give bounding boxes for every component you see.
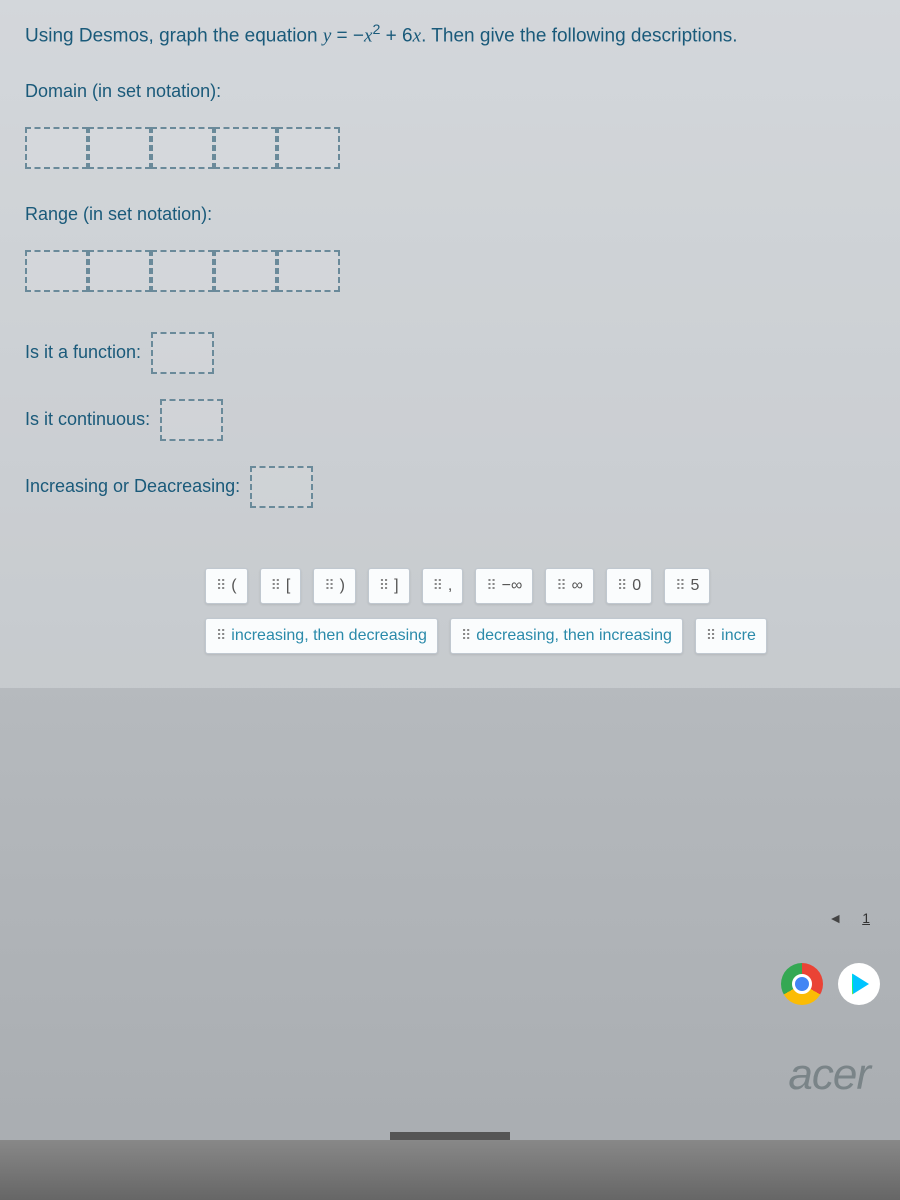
range-label: Range (in set notation): (25, 204, 212, 225)
domain-cell-3[interactable] (151, 127, 214, 169)
pagination: ◄ 1 (828, 910, 870, 926)
tile-open-bracket[interactable]: [ (260, 568, 302, 604)
domain-cell-5[interactable] (277, 127, 340, 169)
function-dropzone[interactable] (151, 332, 214, 374)
tile-five[interactable]: 5 (664, 568, 710, 604)
tile-row-2: increasing, then decreasing decreasing, … (205, 618, 875, 654)
domain-cell-4[interactable] (214, 127, 277, 169)
drag-handle-icon (675, 580, 684, 592)
range-cell-4[interactable] (214, 250, 277, 292)
tile-inc-then-dec[interactable]: increasing, then decreasing (205, 618, 438, 654)
question-text: Using Desmos, graph the equation y = −x2… (25, 20, 875, 51)
drag-handle-icon (379, 580, 388, 592)
tile-zero[interactable]: 0 (606, 568, 652, 604)
page-number[interactable]: 1 (862, 910, 870, 926)
tile-row-1: ( [ ) ] , −∞ ∞ 0 5 (205, 568, 875, 604)
taskbar (781, 963, 880, 1005)
drag-handle-icon (617, 580, 626, 592)
function-label: Is it a function: (25, 342, 141, 363)
increasing-dropzone[interactable] (250, 466, 313, 508)
tile-dec-then-inc[interactable]: decreasing, then increasing (450, 618, 683, 654)
tile-comma[interactable]: , (422, 568, 464, 604)
prev-arrow-icon[interactable]: ◄ (828, 910, 842, 926)
tile-open-paren[interactable]: ( (205, 568, 248, 604)
laptop-edge (0, 1140, 900, 1200)
equation: y (323, 25, 331, 46)
domain-cell-2[interactable] (88, 127, 151, 169)
range-cell-2[interactable] (88, 250, 151, 292)
range-cell-1[interactable] (25, 250, 88, 292)
drag-handle-icon (706, 630, 715, 642)
drag-handle-icon (216, 580, 225, 592)
drag-handle-icon (486, 580, 495, 592)
tile-close-bracket[interactable]: ] (368, 568, 410, 604)
tile-incre-partial[interactable]: incre (695, 618, 767, 654)
increasing-label: Increasing or Deacreasing: (25, 476, 240, 497)
drag-handle-icon (433, 580, 442, 592)
drag-handle-icon (324, 580, 333, 592)
drag-handle-icon (556, 580, 565, 592)
tile-close-paren[interactable]: ) (313, 568, 356, 604)
tile-infinity[interactable]: ∞ (545, 568, 594, 604)
range-cell-5[interactable] (277, 250, 340, 292)
domain-label: Domain (in set notation): (25, 81, 221, 102)
domain-dropzone[interactable] (25, 127, 875, 169)
domain-cell-1[interactable] (25, 127, 88, 169)
range-cell-3[interactable] (151, 250, 214, 292)
tile-neg-infinity[interactable]: −∞ (475, 568, 533, 604)
question-suffix: . Then give the following descriptions. (421, 25, 738, 46)
play-store-icon[interactable] (838, 963, 880, 1005)
continuous-dropzone[interactable] (160, 399, 223, 441)
drag-handle-icon (461, 630, 470, 642)
question-prefix: Using Desmos, graph the equation (25, 25, 323, 46)
drag-handle-icon (216, 630, 225, 642)
range-dropzone[interactable] (25, 250, 875, 292)
chrome-icon[interactable] (781, 963, 823, 1005)
brand-logo: acer (788, 1050, 870, 1100)
drag-handle-icon (271, 580, 280, 592)
continuous-label: Is it continuous: (25, 409, 150, 430)
